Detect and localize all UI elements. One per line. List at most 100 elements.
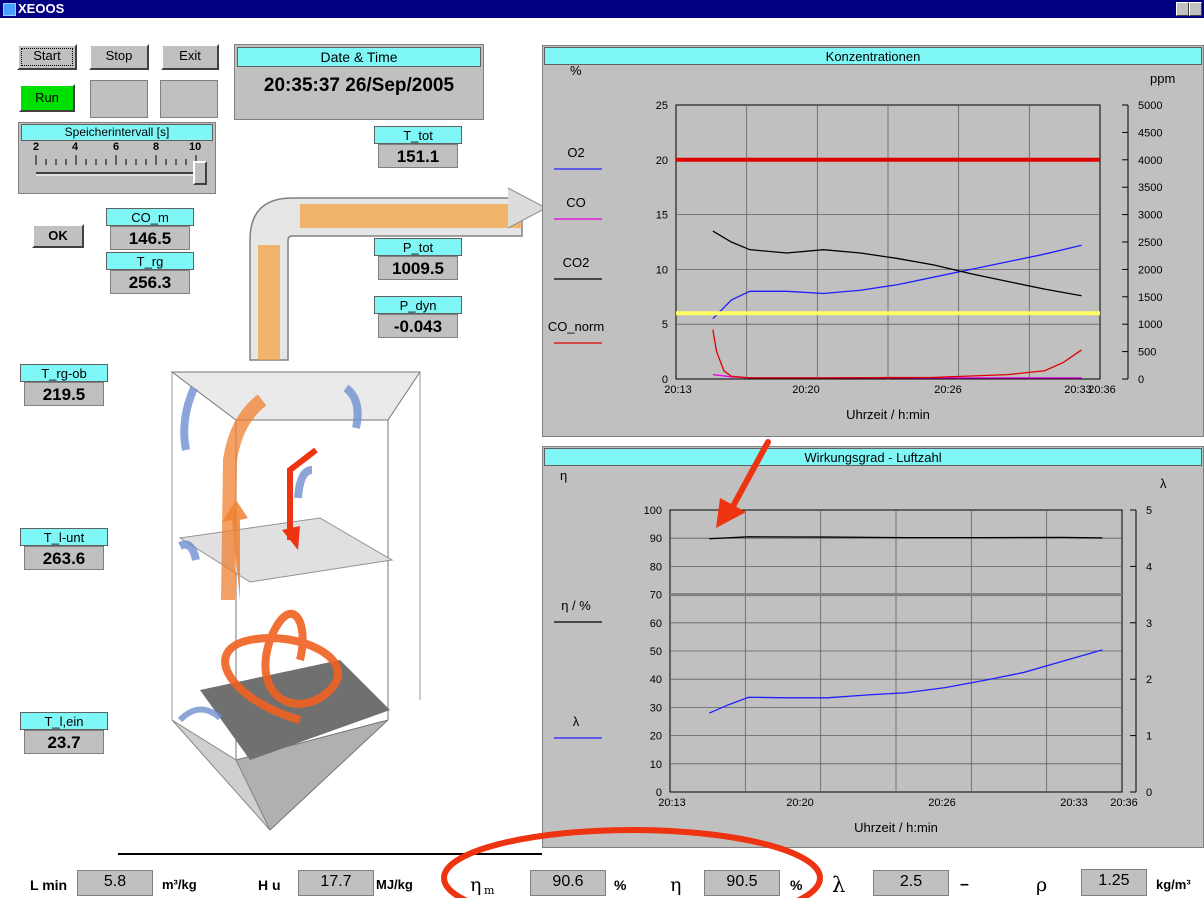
y2-tick-label: 500 [1138,347,1156,359]
y2-tick-label: 5000 [1138,100,1162,112]
y-tick-label: 30 [650,702,662,714]
slider-tick-label: 6 [113,141,120,153]
gauge-label: T_l-unt [20,528,108,546]
y-tick-label: 50 [650,646,662,658]
x-axis-label: Uhrzeit / h:min [846,407,930,422]
y2-axis-label: ppm [1150,71,1175,86]
y2-tick-label: 1 [1146,731,1152,743]
legend-label: CO_norm [548,319,604,334]
lmin-label: L min [30,877,68,893]
datetime-value: 20:35:37 26/Sep/2005 [263,75,455,96]
lmin-value: 5.8 [77,870,153,896]
gauge-t-l-unt: T_l-unt 263.6 [20,528,108,576]
y2-tick-label: 1000 [1138,319,1162,331]
blank-indicator-1 [90,80,148,118]
rho-label: ρ [1036,874,1048,896]
y2-tick-label: 2500 [1138,237,1162,249]
lambda-label: λ [832,873,846,897]
y-tick-label: 5 [662,319,668,331]
storage-interval-header: Speicherintervall [s] [21,124,213,141]
legend-label: η / % [561,598,591,613]
gauge-value: 219.5 [24,382,104,406]
gauge-label: T_rg-ob [20,364,108,382]
y-tick-label: 100 [644,505,662,517]
legend-label: O2 [567,145,584,160]
y-tick-label: 60 [650,618,662,630]
datetime-header: Date & Time [237,47,481,67]
y-axis-label: % [570,63,582,78]
y2-axis-label: λ [1160,476,1167,491]
ok-button[interactable]: OK [32,224,84,248]
gauge-label: T_l,ein [20,712,108,730]
efficiency-chart: 010203040506070809010001234520:13 20:20 20… [554,468,1167,835]
y2-tick-label: 3000 [1138,210,1162,222]
y-tick-label: 90 [650,533,662,545]
y2-tick-label: 0 [1146,787,1152,799]
gauge-value: 263.6 [24,546,104,570]
x-tick-label: 20:20 [792,384,820,396]
y-tick-label: 80 [650,561,662,573]
gauge-t-rg-ob: T_rg-ob 219.5 [20,364,108,412]
start-button[interactable]: Start [17,44,77,70]
blank-indicator-2 [160,80,218,118]
slider-tick-label: 2 [33,141,40,153]
y2-tick-label: 1500 [1138,292,1162,304]
x-tick-label: 20:33 [1060,797,1088,809]
hu-unit: MJ/kg [376,877,413,892]
y-tick-label: 70 [650,590,662,602]
minimize-button[interactable] [1176,2,1189,16]
annotation-arrow [716,439,771,528]
y-tick-label: 10 [656,264,668,276]
x-tick-label: 20:13 [664,384,692,396]
legend-label: CO [566,195,586,210]
y2-tick-label: 3 [1146,618,1152,630]
y2-tick-label: 2000 [1138,264,1162,276]
hu-value: 17.7 [298,870,374,896]
y-tick-label: 15 [656,210,668,222]
maximize-button[interactable] [1189,2,1202,16]
furnace-illustration [170,187,548,831]
x-tick-label: 20:36 [1110,797,1138,809]
x-tick-label: 20:26 [928,797,956,809]
legend-label: CO2 [563,255,590,270]
y2-tick-label: 3500 [1138,182,1162,194]
datetime-panel: Date & Time 20:35:37 26/Sep/2005 [234,44,484,120]
y2-tick-label: 4000 [1138,155,1162,167]
gauge-value: 23.7 [24,730,104,754]
x-axis-label: Uhrzeit / h:min [854,820,938,835]
y-tick-label: 20 [656,155,668,167]
slider-tick-label: 4 [72,141,79,153]
x-tick-label: 20:36 [1088,384,1116,396]
y2-tick-label: 2 [1146,674,1152,686]
rho-value: 1.25 [1081,869,1147,896]
y-tick-label: 25 [656,100,668,112]
y2-tick-label: 4 [1146,561,1152,573]
title-bar: XEOOS [0,0,1204,18]
concentrations-chart: 0510152025050010001500200025003000350040… [548,63,1175,422]
lmin-unit: m³/kg [162,877,197,892]
y2-tick-label: 5 [1146,505,1152,517]
app-icon [3,3,16,16]
x-tick-label: 20:13 [658,797,686,809]
y-axis-label: η [560,468,567,483]
rho-unit: kg/m³ [1156,877,1191,892]
annotation-ellipse [441,827,823,898]
gauge-t-l-ein: T_l,ein 23.7 [20,712,108,760]
window-title: XEOOS [18,1,65,16]
slider-tick-label: 8 [153,141,160,153]
run-indicator-button[interactable]: Run [19,84,75,112]
stop-button[interactable]: Stop [89,44,149,70]
lambda-value: 2.5 [873,870,949,896]
y2-tick-label: 4500 [1138,127,1162,139]
gauge-label: T_tot [374,126,462,144]
x-tick-label: 20:26 [934,384,962,396]
hu-label: H u [258,877,281,893]
legend-label: λ [573,714,580,729]
exit-button[interactable]: Exit [161,44,219,70]
y-tick-label: 20 [650,731,662,743]
y-tick-label: 10 [650,759,662,771]
lambda-unit: – [960,876,969,893]
y-tick-label: 40 [650,674,662,686]
y2-tick-label: 0 [1138,374,1144,386]
x-tick-label: 20:20 [786,797,814,809]
